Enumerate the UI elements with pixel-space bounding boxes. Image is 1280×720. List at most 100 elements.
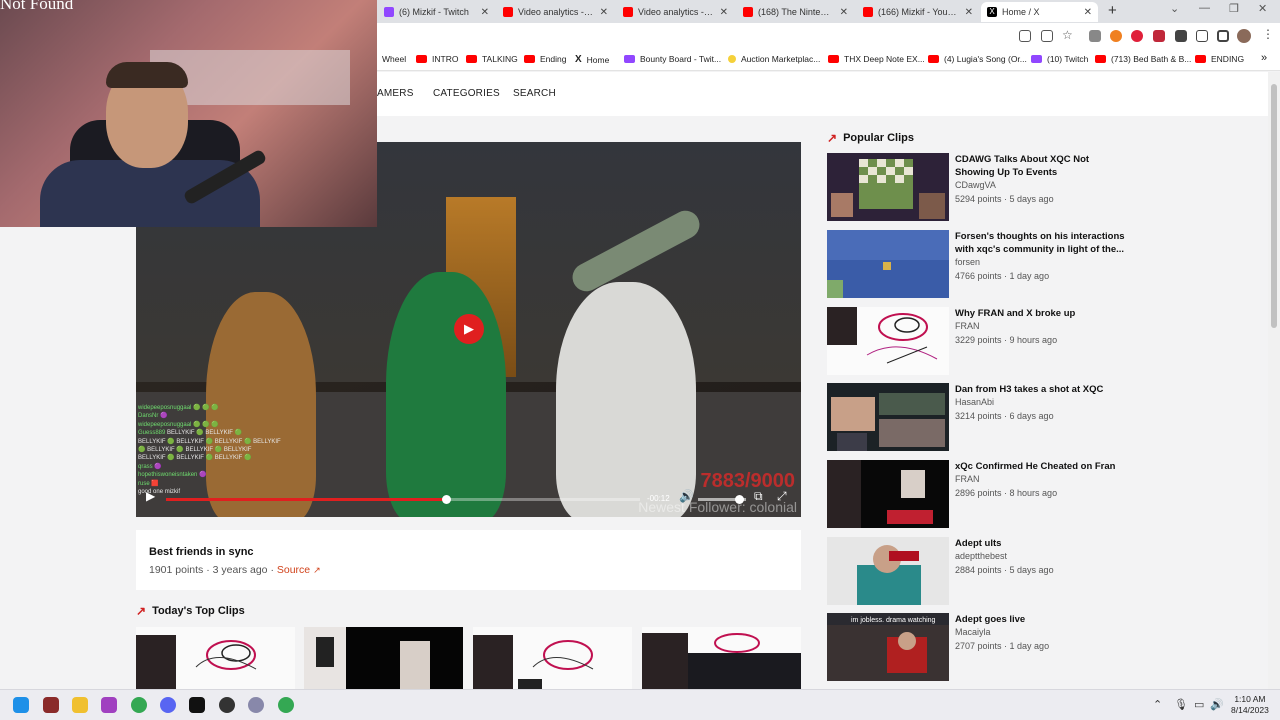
popular-clip-title[interactable]: xQc Confirmed He Cheated on Fran bbox=[955, 460, 1130, 473]
top-clip-thumbnail[interactable] bbox=[473, 627, 632, 689]
popular-clip-item[interactable]: Adept ults adeptthebest 2884 points · 5 … bbox=[827, 537, 1137, 607]
discord-icon[interactable] bbox=[160, 697, 176, 713]
share-icon[interactable] bbox=[1041, 30, 1053, 42]
browser-tab[interactable]: Video analytics - YouTube ✕ bbox=[497, 2, 614, 22]
speaker-icon[interactable]: 🔊 bbox=[1210, 698, 1224, 711]
microphone-icon[interactable]: 🎙 bbox=[1174, 698, 1188, 711]
bookmark-item[interactable]: (713) Bed Bath & B... bbox=[1095, 54, 1191, 64]
more-bookmarks-icon[interactable]: » bbox=[1261, 52, 1267, 64]
popular-clip-item[interactable]: xQc Confirmed He Cheated on Fran FRAN 28… bbox=[827, 460, 1137, 530]
bookmark-item[interactable]: INTRO bbox=[416, 54, 458, 64]
bookmark-item[interactable]: ENDING bbox=[1195, 54, 1244, 64]
extension-icon[interactable] bbox=[1153, 30, 1165, 42]
close-tab-icon[interactable]: ✕ bbox=[1084, 7, 1092, 18]
bookmark-item[interactable]: X Home bbox=[575, 54, 609, 65]
popular-clip-title[interactable]: Adept ults bbox=[955, 537, 1130, 550]
popular-clip-item[interactable]: Why FRAN and X broke up FRAN 3229 points… bbox=[827, 307, 1137, 377]
browser-tab[interactable]: Video analytics - YouTube ✕ bbox=[617, 2, 734, 22]
close-window-icon[interactable]: ✕ bbox=[1258, 2, 1267, 15]
app-icon[interactable] bbox=[248, 697, 264, 713]
chrome-icon[interactable] bbox=[131, 697, 147, 713]
bookmark-item[interactable]: (4) Lugia's Song (Or... bbox=[928, 54, 1027, 64]
popular-clip-author[interactable]: adeptthebest bbox=[955, 551, 1007, 561]
obs-icon[interactable] bbox=[219, 697, 235, 713]
network-icon[interactable]: ▭ bbox=[1194, 698, 1204, 711]
app-icon[interactable] bbox=[43, 697, 59, 713]
play-button[interactable]: ▶ bbox=[146, 489, 155, 503]
chat-message: Guess889 BELLYKIF 🟢 BELLYKIF 🟢 bbox=[138, 429, 308, 437]
file-explorer-icon[interactable] bbox=[72, 697, 88, 713]
top-clip-thumbnail[interactable] bbox=[642, 627, 801, 689]
popular-clip-title[interactable]: Forsen's thoughts on his interactions wi… bbox=[955, 230, 1130, 256]
minimize-icon[interactable]: — bbox=[1199, 2, 1210, 14]
close-tab-icon[interactable]: ✕ bbox=[840, 7, 848, 18]
extension-icon[interactable] bbox=[1089, 30, 1101, 42]
media-control-icon[interactable] bbox=[1196, 30, 1208, 42]
chrome-icon[interactable] bbox=[278, 697, 294, 713]
install-icon[interactable] bbox=[1019, 30, 1031, 42]
popular-clip-author[interactable]: FRAN bbox=[955, 321, 980, 331]
popular-clip-author[interactable]: HasanAbi bbox=[955, 397, 994, 407]
top-clip-thumbnail[interactable] bbox=[304, 627, 463, 689]
popular-clip-title[interactable]: Adept goes live bbox=[955, 613, 1130, 626]
popular-clip-author[interactable]: FRAN bbox=[955, 474, 980, 484]
popular-clip-author[interactable]: Macaiyla bbox=[955, 627, 991, 637]
bookmark-star-icon[interactable]: ☆ bbox=[1062, 28, 1074, 42]
tab-search-icon[interactable]: ⌄ bbox=[1170, 2, 1179, 15]
bookmark-item[interactable]: TALKING bbox=[466, 54, 518, 64]
close-tab-icon[interactable]: ✕ bbox=[720, 7, 728, 18]
volume-icon[interactable]: 🔊 bbox=[679, 489, 694, 503]
popular-clip-author[interactable]: CDawgVA bbox=[955, 180, 996, 190]
top-clip-thumbnail[interactable] bbox=[136, 627, 295, 689]
browser-tab[interactable]: (168) The Nintendo Ic ✕ bbox=[737, 2, 854, 22]
maximize-icon[interactable]: ❐ bbox=[1229, 2, 1239, 15]
extensions-puzzle-icon[interactable] bbox=[1175, 30, 1187, 42]
clip-thumbnail bbox=[827, 460, 949, 528]
nav-search[interactable]: SEARCH bbox=[513, 88, 556, 99]
app-icon[interactable] bbox=[101, 697, 117, 713]
popular-clip-author[interactable]: forsen bbox=[955, 257, 980, 267]
nav-categories[interactable]: CATEGORIES bbox=[433, 88, 500, 99]
bookmark-item[interactable]: Bounty Board - Twit... bbox=[624, 54, 721, 64]
side-panel-icon[interactable] bbox=[1217, 30, 1229, 42]
bookmark-item[interactable]: (10) Twitch bbox=[1031, 54, 1088, 64]
extension-icon[interactable] bbox=[1110, 30, 1122, 42]
profile-avatar[interactable] bbox=[1237, 29, 1251, 43]
app-icon[interactable] bbox=[189, 697, 205, 713]
volume-handle[interactable] bbox=[734, 495, 744, 504]
browser-tab-active[interactable]: X Home / X ✕ bbox=[981, 2, 1098, 22]
play-overlay-button[interactable]: ▶ bbox=[454, 314, 484, 344]
show-hidden-icons-icon[interactable]: ⌃ bbox=[1153, 698, 1162, 711]
popular-clip-title[interactable]: Why FRAN and X broke up bbox=[955, 307, 1130, 320]
player-controls: ▶ -00:12 🔊 ⧉ ⤢ bbox=[136, 483, 801, 517]
close-tab-icon[interactable]: ✕ bbox=[600, 7, 608, 18]
volume-slider[interactable] bbox=[698, 495, 746, 504]
page-scrollbar[interactable] bbox=[1268, 72, 1280, 689]
popular-clip-item[interactable]: im jobless. drama watching Adept goes li… bbox=[827, 613, 1137, 683]
scrollbar-thumb[interactable] bbox=[1271, 84, 1277, 328]
nav-streamers[interactable]: AMERS bbox=[377, 88, 414, 99]
popular-clip-item[interactable]: CDAWG Talks About XQC Not Showing Up To … bbox=[827, 153, 1137, 223]
browser-tab[interactable]: (6) Mizkif - Twitch ✕ bbox=[378, 2, 495, 22]
progress-bar[interactable] bbox=[166, 495, 640, 504]
extension-icon[interactable] bbox=[1131, 30, 1143, 42]
source-link[interactable]: Source ↗ bbox=[277, 564, 321, 576]
bookmark-item[interactable]: Auction Marketplac... bbox=[728, 54, 820, 64]
fullscreen-icon[interactable]: ⤢ bbox=[777, 489, 787, 504]
browser-tab[interactable]: (166) Mizkif - YouTube ✕ bbox=[857, 2, 979, 22]
progress-handle[interactable] bbox=[441, 495, 451, 504]
bookmark-item[interactable]: Wheel bbox=[382, 54, 406, 64]
bookmark-item[interactable]: THX Deep Note EX... bbox=[828, 54, 925, 64]
windows-start-icon[interactable] bbox=[13, 697, 29, 713]
new-tab-button[interactable]: + bbox=[1108, 2, 1117, 19]
popular-clip-item[interactable]: Forsen's thoughts on his interactions wi… bbox=[827, 230, 1137, 300]
menu-dots-icon[interactable]: ⋮ bbox=[1262, 27, 1274, 41]
popout-icon[interactable]: ⧉ bbox=[754, 489, 763, 504]
popular-clip-title[interactable]: CDAWG Talks About XQC Not Showing Up To … bbox=[955, 153, 1130, 179]
popular-clip-item[interactable]: Dan from H3 takes a shot at XQC HasanAbi… bbox=[827, 383, 1137, 453]
taskbar-clock[interactable]: 1:10 AM 8/14/2023 bbox=[1231, 694, 1269, 716]
close-tab-icon[interactable]: ✕ bbox=[481, 7, 489, 18]
close-tab-icon[interactable]: ✕ bbox=[965, 7, 973, 18]
popular-clip-title[interactable]: Dan from H3 takes a shot at XQC bbox=[955, 383, 1130, 396]
bookmark-item[interactable]: Ending bbox=[524, 54, 566, 64]
